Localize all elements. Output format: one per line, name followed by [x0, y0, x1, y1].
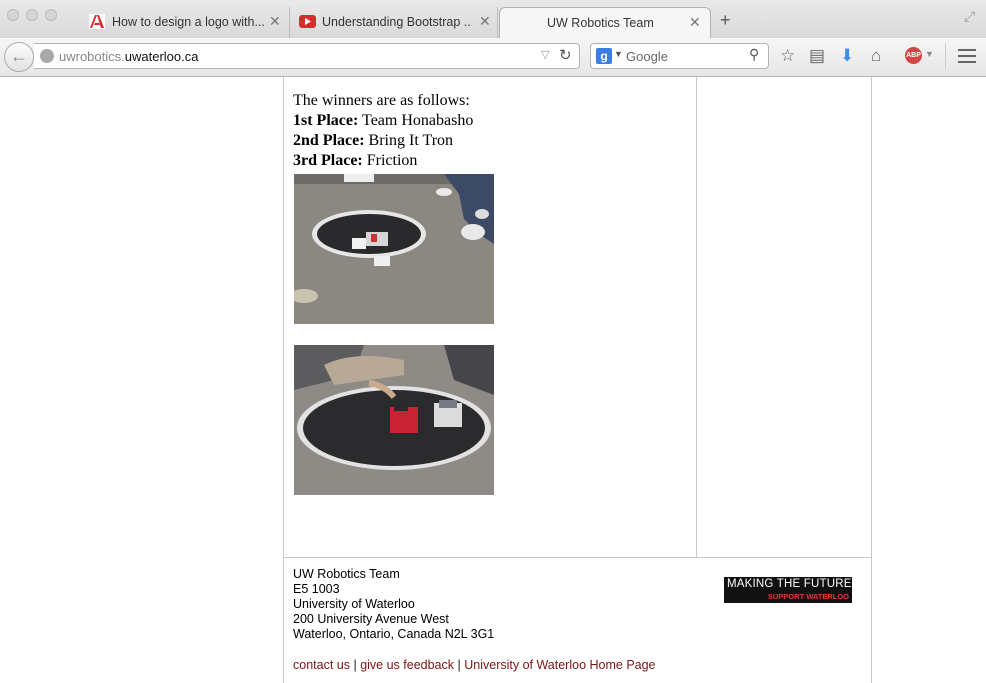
competition-photo	[294, 345, 494, 495]
contact-us-link[interactable]: contact us	[293, 658, 350, 672]
making-the-future-badge[interactable]: MAKING THE FUTURE SUPPORT WATERLOO	[724, 577, 852, 603]
badge-title: MAKING THE FUTURE	[727, 578, 852, 590]
search-bar[interactable]: g ▼ Google ⚲	[590, 43, 769, 69]
search-input[interactable]: Google	[626, 49, 668, 64]
close-tab-icon[interactable]: ✕	[269, 13, 281, 30]
navigation-bar: uwrobotics.uwaterloo.ca ▽ ↻ ← g ▼ Google…	[0, 38, 986, 77]
badge-subtitle: SUPPORT WATERLOO	[767, 592, 849, 601]
new-tab-icon[interactable]: +	[720, 10, 731, 31]
page-body: The winners are as follows: 1st Place: T…	[0, 77, 986, 683]
reload-icon[interactable]: ↻	[559, 46, 572, 64]
winners-intro: The winners are as follows:	[293, 92, 470, 109]
window-close-button[interactable]	[7, 9, 19, 21]
uwaterloo-home-link[interactable]: University of Waterloo Home Page	[464, 658, 655, 672]
footer-address: UW Robotics Team E5 1003 University of W…	[293, 567, 494, 642]
tab-bar: How to design a logo with... ✕ Understan…	[0, 0, 986, 38]
address-line: UW Robotics Team	[293, 567, 400, 581]
url-text: uwrobotics.uwaterloo.ca	[59, 49, 199, 64]
bookmark-star-icon[interactable]: ☆	[780, 46, 795, 66]
bookmarks-menu-icon[interactable]: ▤	[809, 46, 825, 66]
youtube-icon	[299, 15, 316, 28]
footer-links: contact us | give us feedback | Universi…	[293, 658, 656, 672]
column-divider	[283, 77, 284, 683]
google-icon: g	[596, 48, 612, 64]
link-separator: |	[353, 658, 357, 672]
tab-bootstrap[interactable]: Understanding Bootstrap ... ✕	[291, 7, 498, 38]
address-line: E5 1003	[293, 582, 340, 596]
adblock-plus-icon[interactable]: ABP	[905, 47, 922, 64]
feedback-link[interactable]: give us feedback	[360, 658, 454, 672]
globe-icon	[40, 49, 54, 63]
search-engine-dropdown-icon[interactable]: ▼	[614, 49, 623, 59]
tab-title: How to design a logo with...	[112, 15, 265, 29]
winner-second: 2nd Place: Bring It Tron	[293, 132, 454, 149]
address-line: Waterloo, Ontario, Canada N2L 3G1	[293, 627, 495, 641]
close-tab-icon[interactable]: ✕	[689, 14, 701, 31]
back-button[interactable]: ←	[4, 42, 34, 72]
competition-photo	[294, 174, 494, 324]
url-history-dropdown-icon[interactable]: ▽	[541, 48, 549, 61]
fullscreen-icon[interactable]: ⤢	[964, 8, 975, 25]
address-line: University of Waterloo	[293, 597, 415, 611]
hamburger-menu-icon[interactable]	[958, 49, 976, 67]
link-separator: |	[457, 658, 461, 672]
winner-first: 1st Place: Team Honabasho	[293, 112, 474, 129]
url-bar[interactable]: uwrobotics.uwaterloo.ca ▽ ↻	[34, 43, 580, 69]
tab-logo-design[interactable]: How to design a logo with... ✕	[80, 7, 290, 38]
winners-list: The winners are as follows: 1st Place: T…	[293, 91, 473, 171]
tab-title: UW Robotics Team	[547, 16, 654, 30]
address-line: 200 University Avenue West	[293, 612, 449, 626]
close-tab-icon[interactable]: ✕	[479, 13, 491, 30]
window-zoom-button[interactable]	[45, 9, 57, 21]
footer-divider	[284, 557, 871, 558]
tab-title: Understanding Bootstrap ...	[322, 15, 472, 29]
search-icon[interactable]: ⚲	[749, 46, 759, 63]
sidebar-divider	[696, 77, 697, 557]
column-divider	[871, 77, 872, 683]
winner-third: 3rd Place: Friction	[293, 152, 418, 169]
home-icon[interactable]: ⌂	[871, 46, 881, 66]
adobe-icon	[89, 14, 105, 29]
back-arrow-icon: ←	[10, 46, 28, 66]
window-minimize-button[interactable]	[26, 9, 38, 21]
toolbar-divider	[945, 43, 946, 69]
downloads-icon[interactable]: ⬇	[840, 46, 854, 66]
tab-uw-robotics[interactable]: UW Robotics Team ✕	[499, 7, 711, 38]
adblock-dropdown-icon[interactable]: ▼	[925, 49, 934, 59]
